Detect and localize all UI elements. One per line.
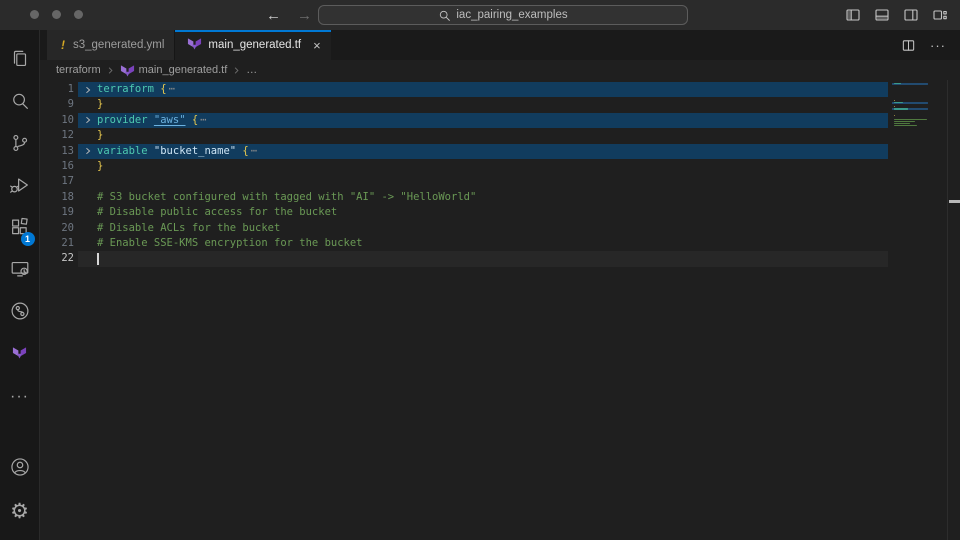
code-line-9[interactable]: 9} (40, 97, 960, 112)
line-number: 1 (40, 82, 78, 97)
activity-bar-item-remote-explorer[interactable] (0, 250, 40, 292)
terraform-icon (120, 63, 135, 78)
line-number: 21 (40, 236, 78, 251)
line-number: 19 (40, 205, 78, 220)
minimize-window-button[interactable] (52, 10, 61, 19)
activity-bar-item-extensions[interactable]: 1 (0, 208, 40, 250)
warning-icon: ! (59, 38, 67, 52)
history-navigation: ← → (266, 0, 312, 30)
code-line-18[interactable]: 18# S3 bucket configured with tagged wit… (40, 190, 960, 205)
search-text: iac_pairing_examples (456, 9, 567, 21)
fold-chevron-icon[interactable] (78, 144, 97, 159)
source-control-icon (9, 132, 31, 159)
activity-bar-item-accounts[interactable] (0, 448, 40, 490)
activity-bar-item-source-control[interactable] (0, 124, 40, 166)
terraform-icon (187, 36, 202, 54)
line-number: 9 (40, 97, 78, 112)
line-number: 18 (40, 190, 78, 205)
text-cursor (97, 253, 99, 265)
extensions-badge: 1 (21, 232, 35, 246)
activity-bar-item-settings[interactable]: ⚙ (0, 490, 40, 532)
line-number: 10 (40, 113, 78, 128)
breadcrumb-item[interactable]: main_generated.tf (120, 63, 228, 78)
code-line-21[interactable]: 21# Enable SSE-KMS encryption for the bu… (40, 236, 960, 251)
fold-chevron-icon[interactable] (78, 82, 97, 97)
activity-bar-item-gitlens[interactable] (0, 292, 40, 334)
code-line-17[interactable]: 17 (40, 174, 960, 189)
vscode-window: ← → iac_pairing_examples 1 ··· ⚙ (0, 0, 960, 540)
split-editor-icon[interactable] (901, 38, 916, 53)
tab-label: s3_generated.yml (73, 39, 164, 51)
window-controls (30, 10, 83, 19)
settings-icon: ⚙ (10, 499, 29, 524)
gitlens-icon (9, 300, 31, 327)
customize-layout-icon[interactable] (932, 7, 948, 23)
activity-bar: 1 ··· ⚙ (0, 30, 40, 540)
code-line-10[interactable]: 10provider "aws" {⋯ (40, 113, 960, 128)
chevron-right-icon (106, 66, 115, 75)
more-views-icon: ··· (10, 388, 29, 406)
editor-group: !s3_generated.ymlmain_generated.tf× ··· … (40, 30, 960, 540)
tab-main_generated.tf[interactable]: main_generated.tf × (175, 30, 330, 60)
line-number: 13 (40, 144, 78, 159)
more-actions-icon[interactable]: ··· (930, 38, 946, 53)
search-icon (438, 9, 451, 22)
code-line-12[interactable]: 12} (40, 128, 960, 143)
maximize-window-button[interactable] (74, 10, 83, 19)
accounts-icon (9, 456, 31, 483)
scrollbar[interactable] (947, 80, 960, 540)
line-number: 17 (40, 174, 78, 189)
toggle-panel-icon[interactable] (874, 7, 890, 23)
line-number: 12 (40, 128, 78, 143)
line-number: 20 (40, 221, 78, 236)
title-bar: ← → iac_pairing_examples (0, 0, 960, 30)
breadcrumb-item[interactable]: … (246, 64, 257, 76)
breadcrumb: terraform main_generated.tf … (40, 60, 960, 80)
code-editor[interactable]: 1terraform {⋯9}10provider "aws" {⋯12}13v… (40, 80, 960, 540)
code-line-22[interactable]: 22 (40, 251, 960, 266)
code-line-20[interactable]: 20# Disable ACLs for the bucket (40, 221, 960, 236)
terraform-icon (12, 345, 27, 365)
activity-bar-item-explorer[interactable] (0, 40, 40, 82)
code-line-16[interactable]: 16} (40, 159, 960, 174)
activity-bar-item-run-debug[interactable] (0, 166, 40, 208)
activity-bar-item-more-views[interactable]: ··· (0, 376, 40, 418)
breadcrumb-item[interactable]: terraform (56, 64, 101, 76)
editor-actions: ··· (901, 30, 946, 60)
scrollbar-cursor-mark (949, 200, 960, 203)
remote-explorer-icon (9, 258, 31, 285)
line-number: 16 (40, 159, 78, 174)
close-tab-icon[interactable]: × (313, 39, 321, 52)
toggle-secondary-sidebar-icon[interactable] (903, 7, 919, 23)
fold-chevron-icon[interactable] (78, 113, 97, 128)
search-box[interactable]: iac_pairing_examples (318, 5, 688, 25)
line-number: 22 (40, 251, 78, 266)
toggle-primary-sidebar-icon[interactable] (845, 7, 861, 23)
code-line-19[interactable]: 19# Disable public access for the bucket (40, 205, 960, 220)
code-line-1[interactable]: 1terraform {⋯ (40, 82, 960, 97)
explorer-icon (9, 48, 31, 75)
run-debug-icon (9, 174, 31, 201)
tab-label: main_generated.tf (208, 39, 301, 51)
forward-arrow-icon[interactable]: → (297, 8, 312, 23)
chevron-right-icon (232, 66, 241, 75)
activity-bar-item-search[interactable] (0, 82, 40, 124)
code-line-13[interactable]: 13variable "bucket_name" {⋯ (40, 144, 960, 159)
tab-s3_generated.yml[interactable]: ! s3_generated.yml (47, 30, 175, 60)
close-window-button[interactable] (30, 10, 39, 19)
tab-bar: ! s3_generated.yml main_generated.tf × ··· (40, 30, 960, 60)
minimap[interactable] (892, 83, 928, 203)
back-arrow-icon[interactable]: ← (266, 8, 281, 23)
search-icon (9, 90, 31, 117)
layout-controls (845, 0, 948, 30)
activity-bar-item-terraform[interactable] (0, 334, 40, 376)
